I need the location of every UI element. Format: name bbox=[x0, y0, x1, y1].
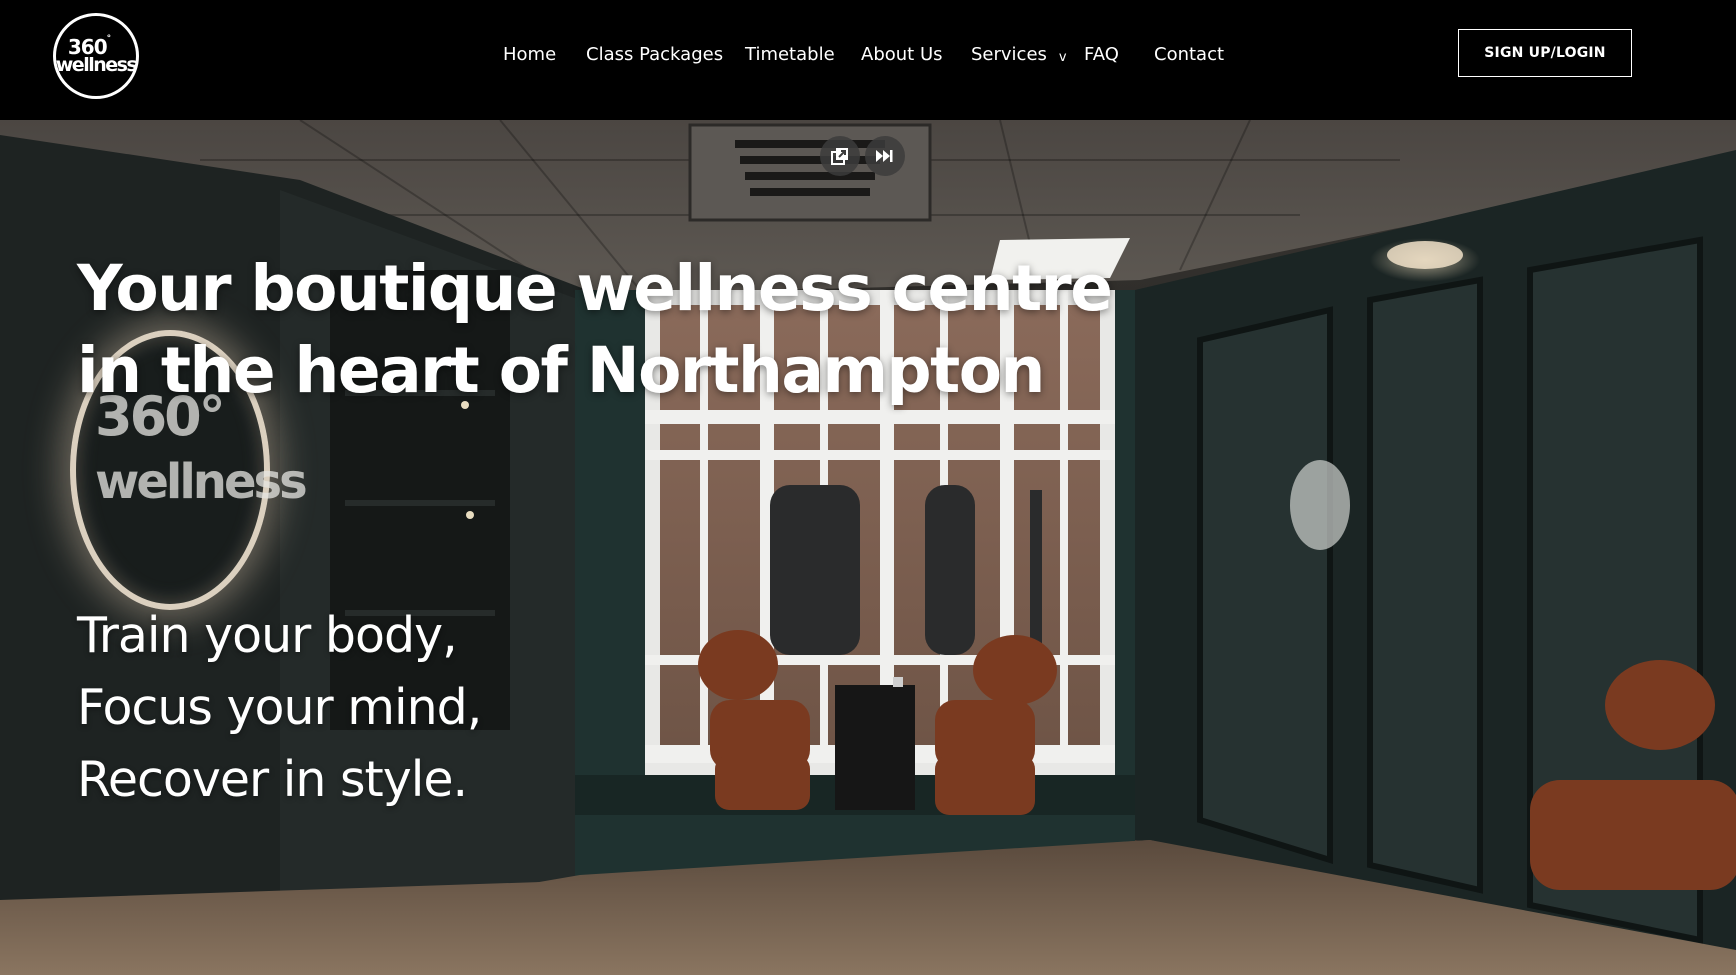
nav-services[interactable]: Services v bbox=[971, 44, 1067, 65]
nav-services-label: Services bbox=[971, 44, 1047, 65]
hero-headline: Your boutique wellness centre in the hea… bbox=[77, 248, 1113, 412]
signup-login-button[interactable]: SIGN UP/LOGIN bbox=[1458, 29, 1632, 77]
hero-section: 360° wellness Your boutique wellness cen… bbox=[0, 120, 1736, 975]
nav-about-us[interactable]: About Us bbox=[861, 44, 943, 65]
hero-tagline-line2: Focus your mind, bbox=[77, 679, 482, 736]
site-header: 360° wellness Home Class Packages Timeta… bbox=[0, 0, 1736, 120]
hero-tagline-line3: Recover in style. bbox=[77, 751, 468, 808]
picture-in-picture-button[interactable] bbox=[820, 136, 860, 176]
chevron-down-icon: v bbox=[1058, 50, 1067, 65]
nav-contact[interactable]: Contact bbox=[1154, 44, 1224, 65]
skip-forward-button[interactable] bbox=[865, 136, 905, 176]
picture-in-picture-icon bbox=[831, 148, 848, 165]
hero-headline-line1: Your boutique wellness centre bbox=[77, 252, 1113, 325]
hero-tagline: Train your body, Focus your mind, Recove… bbox=[77, 600, 482, 816]
skip-forward-icon bbox=[876, 150, 893, 162]
nav-class-packages[interactable]: Class Packages bbox=[586, 44, 723, 65]
nav-timetable[interactable]: Timetable bbox=[745, 44, 835, 65]
nav-faq[interactable]: FAQ bbox=[1084, 44, 1119, 65]
nav-home[interactable]: Home bbox=[503, 44, 556, 65]
hero-headline-line2: in the heart of Northampton bbox=[77, 334, 1045, 407]
video-controls bbox=[820, 136, 905, 176]
wall-sign-wordmark: wellness bbox=[95, 454, 308, 510]
hero-tagline-line1: Train your body, bbox=[77, 607, 458, 664]
